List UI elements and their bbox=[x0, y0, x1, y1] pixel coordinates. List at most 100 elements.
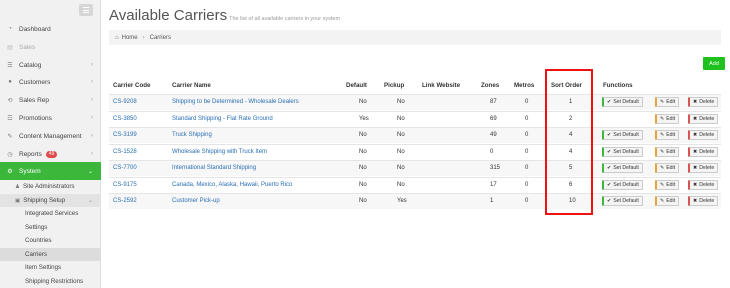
sidebar-item-settings[interactable]: Settings bbox=[0, 221, 101, 234]
close-icon: ✖ bbox=[693, 181, 698, 188]
edit-button[interactable]: ✎ Edit bbox=[655, 97, 680, 107]
edit-button[interactable]: ✎ Edit bbox=[655, 163, 680, 173]
breadcrumb-home[interactable]: Home bbox=[122, 35, 138, 41]
zones-value: 17 bbox=[490, 181, 497, 188]
add-button[interactable]: Add bbox=[703, 57, 725, 70]
delete-button[interactable]: ✖ Delete bbox=[688, 97, 719, 107]
carrier-name-link[interactable]: International Standard Shipping bbox=[172, 165, 256, 171]
edit-button[interactable]: ✎ Edit bbox=[655, 130, 680, 140]
metros-value: 0 bbox=[525, 198, 529, 204]
breadcrumb: ⌂ Home › Carriers bbox=[109, 30, 721, 45]
pencil-icon: ✎ bbox=[660, 115, 665, 122]
sidebar-item-sales-rep[interactable]: ⟲ Sales Rep ‹ bbox=[0, 91, 101, 109]
column-header-zones: Zones bbox=[481, 82, 500, 89]
edit-button[interactable]: ✎ Edit bbox=[655, 146, 680, 157]
carrier-code-link[interactable]: CS-2592 bbox=[113, 198, 137, 204]
delete-button[interactable]: ✖ Delete bbox=[688, 163, 719, 173]
admin-icon: ♟ bbox=[15, 183, 20, 190]
table-row: CS-3850 Standard Shipping - Flat Rate Gro… bbox=[109, 110, 721, 127]
close-icon: ✖ bbox=[693, 165, 698, 171]
edit-button[interactable]: ✎ Edit bbox=[655, 196, 680, 206]
carrier-name-link[interactable]: Customer Pick-up bbox=[172, 198, 220, 204]
sort-order-highlight bbox=[545, 69, 593, 215]
set-default-button[interactable]: ✔ Set Default bbox=[602, 130, 643, 140]
delete-label: Delete bbox=[699, 165, 715, 171]
check-icon: ✔ bbox=[607, 181, 612, 188]
sidebar-item-customers[interactable]: ● Customers ‹ bbox=[0, 73, 101, 91]
default-value: No bbox=[359, 148, 367, 155]
carrier-code-link[interactable]: CS-9208 bbox=[113, 99, 137, 105]
edit-button[interactable]: ✎ Edit bbox=[655, 179, 680, 190]
pickup-value: No bbox=[397, 115, 405, 122]
carrier-name-link[interactable]: Truck Shipping bbox=[172, 132, 212, 138]
carrier-name-link[interactable]: Wholesale Shipping with Truck Item bbox=[172, 149, 267, 155]
set-default-label: Set Default bbox=[613, 181, 639, 188]
sidebar-item-reports[interactable]: ◷ Reports 49 ‹ bbox=[0, 145, 101, 163]
set-default-button[interactable]: ✔ Set Default bbox=[602, 146, 643, 157]
sidebar-item-countries[interactable]: Countries bbox=[0, 234, 101, 247]
sidebar-item-catalog[interactable]: ☰ Catalog ‹ bbox=[0, 56, 101, 74]
edit-label: Edit bbox=[666, 181, 676, 188]
carrier-code-link[interactable]: CS-9175 bbox=[113, 182, 137, 188]
carrier-code-link[interactable]: CS-1528 bbox=[113, 149, 137, 155]
delete-label: Delete bbox=[699, 99, 715, 105]
metros-value: 0 bbox=[525, 99, 529, 105]
chevron-left-icon: ‹ bbox=[91, 151, 93, 157]
delete-button[interactable]: ✖ Delete bbox=[688, 130, 719, 140]
sidebar-item-integrated-services[interactable]: Integrated Services bbox=[0, 207, 101, 220]
sidebar-item-content-management[interactable]: ✎ Content Management ‹ bbox=[0, 127, 101, 145]
pickup-value: No bbox=[397, 99, 405, 105]
pencil-icon: ✎ bbox=[660, 165, 665, 171]
sales-rep-icon: ⟲ bbox=[7, 97, 13, 104]
carrier-code-link[interactable]: CS-3199 bbox=[113, 132, 137, 138]
check-icon: ✔ bbox=[607, 99, 612, 105]
set-default-button[interactable]: ✔ Set Default bbox=[602, 196, 643, 206]
sidebar-item-label: Dashboard bbox=[19, 25, 51, 33]
sidebar-item-system[interactable]: ⚙ System ⌄ bbox=[0, 162, 101, 180]
sidebar-toggle-button[interactable] bbox=[79, 4, 93, 16]
sidebar-item-site-administrators[interactable]: ♟ Site Administrators bbox=[0, 180, 101, 193]
edit-label: Edit bbox=[666, 132, 676, 138]
default-value: No bbox=[359, 165, 367, 171]
set-default-label: Set Default bbox=[613, 132, 639, 138]
sidebar-item-sales[interactable]: ▤ Sales bbox=[0, 38, 101, 56]
pencil-icon: ✎ bbox=[660, 181, 665, 188]
sidebar-item-shipping-restrictions[interactable]: Shipping Restrictions bbox=[0, 275, 101, 288]
chevron-down-icon: ⌄ bbox=[87, 168, 93, 175]
pencil-icon: ✎ bbox=[660, 148, 665, 155]
carrier-name-link[interactable]: Standard Shipping - Flat Rate Ground bbox=[172, 116, 273, 122]
delete-button[interactable]: ✖ Delete bbox=[688, 113, 719, 124]
column-header-functions: Functions bbox=[603, 82, 633, 89]
delete-button[interactable]: ✖ Delete bbox=[688, 179, 719, 190]
home-icon[interactable]: ⌂ bbox=[115, 35, 119, 41]
sidebar-item-dashboard[interactable]: ◔ Dashboard bbox=[0, 20, 101, 38]
sidebar-item-label: Customers bbox=[19, 78, 51, 86]
sidebar-item-label: Promotions bbox=[19, 114, 52, 122]
close-icon: ✖ bbox=[693, 99, 698, 105]
set-default-button[interactable]: ✔ Set Default bbox=[602, 163, 643, 173]
edit-label: Edit bbox=[666, 115, 676, 122]
carrier-code-link[interactable]: CS-7700 bbox=[113, 165, 137, 171]
sidebar-item-carriers[interactable]: Carriers bbox=[0, 247, 101, 261]
carrier-name-link[interactable]: Canada, Mexico, Alaska, Hawaii, Puerto R… bbox=[172, 182, 292, 188]
set-default-button[interactable]: ✔ Set Default bbox=[602, 179, 643, 190]
carrier-name-link[interactable]: Shipping to be Determined - Wholesale De… bbox=[172, 99, 299, 105]
edit-button[interactable]: ✎ Edit bbox=[655, 113, 680, 124]
sidebar-item-promotions[interactable]: ☲ Promotions ‹ bbox=[0, 109, 101, 127]
set-default-label: Set Default bbox=[613, 148, 639, 155]
set-default-button[interactable]: ✔ Set Default bbox=[602, 97, 643, 107]
zones-value: 315 bbox=[490, 165, 501, 171]
set-default-label: Set Default bbox=[613, 99, 639, 105]
delete-button[interactable]: ✖ Delete bbox=[688, 196, 719, 206]
delete-label: Delete bbox=[699, 181, 715, 188]
pickup-value: No bbox=[397, 148, 405, 155]
column-header-link-website: Link Website bbox=[422, 82, 461, 89]
delete-button[interactable]: ✖ Delete bbox=[688, 146, 719, 157]
check-icon: ✔ bbox=[607, 165, 612, 171]
close-icon: ✖ bbox=[693, 132, 698, 138]
sidebar-item-item-settings[interactable]: Item Settings bbox=[0, 261, 101, 274]
edit-label: Edit bbox=[666, 198, 676, 204]
sidebar-item-shipping-setup[interactable]: ▣ Shipping Setup ⌄ bbox=[0, 194, 101, 207]
pickup-value: No bbox=[397, 181, 405, 188]
carrier-code-link[interactable]: CS-3850 bbox=[113, 116, 137, 122]
